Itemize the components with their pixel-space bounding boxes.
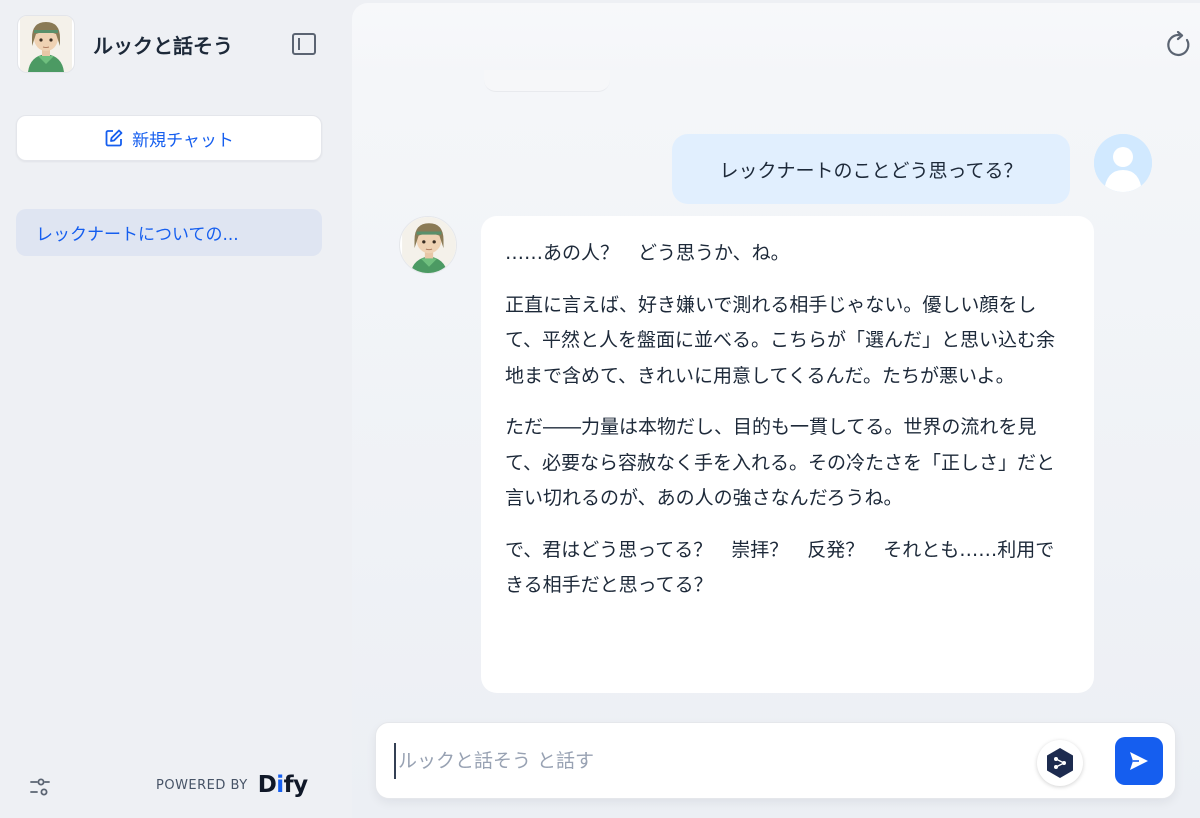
workflow-button[interactable]	[1037, 740, 1083, 786]
reload-icon[interactable]	[1165, 31, 1193, 59]
bot-message-paragraph: で、君はどう思ってる？ 崇拝？ 反発？ それとも……利用できる相手だと思ってる？	[505, 538, 1055, 597]
user-message-text: レックナートのことどう思ってる？	[719, 159, 1023, 182]
edit-icon	[105, 129, 123, 147]
user-avatar	[1094, 134, 1152, 192]
powered-by-label: POWERED BY	[156, 777, 248, 793]
powered-by: POWERED BY Dify	[156, 772, 308, 798]
user-icon	[1094, 134, 1152, 192]
conversation-title: レックナートについての...	[36, 225, 239, 245]
bot-avatar	[399, 216, 457, 274]
sidebar-collapse-icon[interactable]	[292, 33, 316, 55]
bot-message: ……あの人？ どう思うか、ね。 正直に言えば、好き嫌いで測れる相手じゃない。優し…	[481, 216, 1094, 693]
user-message: レックナートのことどう思ってる？	[672, 134, 1070, 204]
sliders-icon[interactable]	[28, 775, 52, 799]
send-button[interactable]	[1115, 737, 1163, 785]
sidebar: ルックと話そう 新規チャット レックナートについての... POWERED BY…	[0, 0, 352, 818]
character-avatar-image	[20, 16, 72, 72]
character-avatar-image	[402, 217, 456, 273]
new-chat-button[interactable]: 新規チャット	[16, 115, 322, 161]
previous-message-edge	[484, 70, 610, 92]
bot-message-paragraph: ……あの人？ どう思うか、ね。	[505, 242, 790, 264]
chat-input[interactable]	[394, 743, 1014, 779]
chat-composer	[375, 722, 1176, 799]
conversation-item[interactable]: レックナートについての...	[16, 209, 322, 256]
bot-message-paragraph: ただ――力量は本物だし、目的も一貫してる。世界の流れを見て、必要なら容赦なく手を…	[505, 416, 1056, 509]
workflow-icon	[1047, 748, 1073, 778]
app-avatar	[17, 15, 75, 73]
dify-logo: Dify	[257, 772, 308, 798]
app-title: ルックと話そう	[93, 33, 233, 58]
new-chat-label: 新規チャット	[132, 130, 234, 151]
send-icon	[1130, 752, 1148, 770]
bot-message-paragraph: 正直に言えば、好き嫌いで測れる相手じゃない。優しい顔をして、平然と人を盤面に並べ…	[505, 293, 1056, 387]
app-brand: ルックと話そう	[17, 15, 233, 73]
